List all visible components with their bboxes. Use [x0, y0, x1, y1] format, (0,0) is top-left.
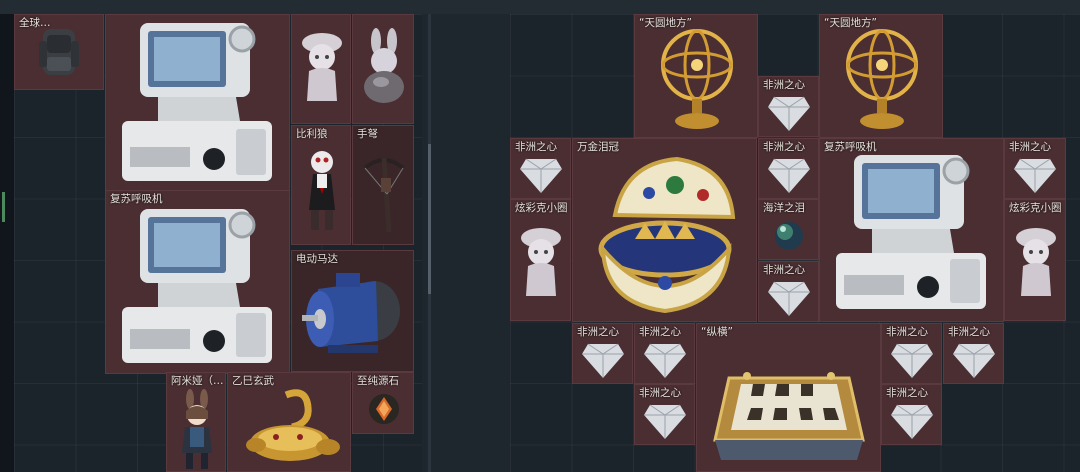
item-ventilator-right[interactable]: 复苏呼吸机	[819, 138, 1004, 322]
game-inventory-screen: 全球… 比利狼 手弩 复苏呼吸机 电动马达 阿米娅（… 乙巳玄武 至纯源石 “天…	[0, 0, 1080, 472]
item-colorful-kitty[interactable]: 炫彩克小圈	[1004, 199, 1066, 321]
item-heart-of-sea[interactable]: 非洲之心	[881, 323, 942, 384]
item-ocean-tear[interactable]: 海洋之泪	[758, 199, 819, 260]
jigsaw-puppet-icon	[309, 151, 335, 230]
chessboard-icon	[713, 372, 865, 460]
item-armillary-1[interactable]: “天圆地方”	[634, 14, 758, 138]
origin-stone-icon	[369, 394, 399, 424]
diamond-icon	[891, 404, 933, 439]
anime-figure-icon	[182, 389, 212, 469]
item-electric-motor[interactable]: 电动马达	[291, 250, 414, 372]
diamond-icon	[891, 343, 933, 378]
item-heart-of-sea[interactable]: 非洲之心	[634, 323, 695, 384]
item-label: 炫彩克小圈	[1009, 202, 1062, 214]
item-label: 比利狼	[296, 128, 328, 140]
item-heart-of-sea[interactable]: 非洲之心	[758, 138, 819, 199]
scrollbar-thumb[interactable]	[428, 144, 431, 294]
diamond-icon	[644, 404, 686, 439]
golden-tortoise-icon	[246, 389, 340, 461]
item-heart-of-sea[interactable]: 非洲之心	[881, 384, 942, 445]
crossbow-icon	[363, 157, 405, 233]
item-bunny-egg[interactable]	[352, 14, 414, 124]
item-heart-of-sea[interactable]: 非洲之心	[758, 261, 819, 322]
item-label: 电动马达	[296, 253, 338, 265]
item-chessboard[interactable]: “纵横”	[696, 323, 881, 472]
item-heart-of-sea[interactable]: 非洲之心	[510, 138, 571, 199]
diamond-icon	[1014, 158, 1056, 193]
item-backpack[interactable]: 全球…	[14, 14, 104, 90]
item-heart-of-sea[interactable]: 非洲之心	[572, 323, 633, 384]
armillary-sphere-icon	[661, 29, 733, 129]
item-label: 至纯源石	[357, 375, 399, 387]
medical-ventilator-icon	[836, 155, 986, 309]
top-bar	[0, 0, 1080, 14]
electric-motor-icon	[302, 273, 400, 353]
item-ventilator-1[interactable]	[105, 14, 290, 198]
item-armillary-2[interactable]: “天圆地方”	[819, 14, 943, 138]
medical-ventilator-icon	[122, 23, 272, 181]
item-heart-of-sea[interactable]: 非洲之心	[943, 323, 1004, 384]
item-label: 阿米娅（…	[171, 375, 224, 387]
backpack-icon	[39, 29, 79, 75]
item-crossbow[interactable]: 手弩	[352, 125, 414, 245]
armillary-sphere-icon	[846, 29, 918, 129]
item-jeweled-crown[interactable]: 万金泪冠	[572, 138, 757, 322]
medical-ventilator-icon	[122, 209, 272, 363]
cat-figurine-icon	[521, 228, 561, 296]
cat-figurine-icon	[1016, 228, 1056, 296]
diamond-icon	[953, 343, 995, 378]
cat-figurine-icon	[302, 33, 342, 101]
sea-pearl-icon	[775, 222, 803, 250]
item-heart-of-sea[interactable]: 非洲之心	[1004, 138, 1066, 199]
diamond-icon	[768, 96, 810, 131]
jeweled-egg-crown-icon	[598, 156, 736, 314]
diamond-icon	[644, 343, 686, 378]
diamond-icon	[582, 343, 624, 378]
panel-divider-scrollbar[interactable]	[422, 14, 510, 472]
item-label: 复苏呼吸机	[110, 193, 163, 205]
item-label: 海洋之泪	[763, 202, 805, 214]
rail-marker	[2, 192, 5, 222]
item-billy-puppet[interactable]: 比利狼	[291, 125, 351, 245]
item-heart-of-sea[interactable]: 非洲之心	[758, 76, 819, 137]
item-pure-stone[interactable]: 至纯源石	[352, 372, 414, 434]
item-cat-figurine[interactable]	[291, 14, 351, 124]
diamond-icon	[768, 281, 810, 316]
item-golden-tortoise[interactable]: 乙巳玄武	[227, 372, 351, 472]
diamond-icon	[520, 158, 562, 193]
item-colorful-kitty[interactable]: 炫彩克小圈	[510, 199, 571, 321]
item-ventilator-2[interactable]: 复苏呼吸机	[105, 190, 290, 374]
left-rail	[0, 14, 14, 472]
right-inventory-grid: “天圆地方” “天圆地方” 非洲之心 非洲之心 非洲之心 非洲之心 非洲之心 非…	[510, 14, 1080, 472]
diamond-icon	[768, 158, 810, 193]
item-label: “纵横”	[701, 326, 733, 338]
item-label: 手弩	[357, 128, 378, 140]
item-heart-of-sea[interactable]: 非洲之心	[634, 384, 695, 445]
item-label: 炫彩克小圈	[515, 202, 568, 214]
left-inventory-grid: 全球… 比利狼 手弩 复苏呼吸机 电动马达 阿米娅（… 乙巳玄武 至纯源石	[14, 14, 422, 472]
item-amiya[interactable]: 阿米娅（…	[166, 372, 226, 472]
bunny-egg-icon	[364, 28, 404, 103]
